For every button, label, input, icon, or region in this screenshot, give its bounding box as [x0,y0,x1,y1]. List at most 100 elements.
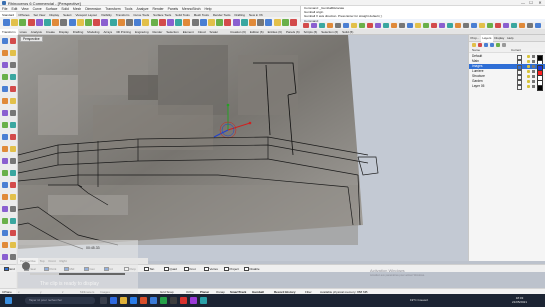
print-icon[interactable] [27,19,35,26]
tool-icon[interactable] [319,23,325,28]
material-icon[interactable] [224,19,232,26]
osnap-toggle[interactable]: Vertex [204,266,218,272]
tool-icon[interactable] [463,23,469,28]
copy-icon[interactable] [44,19,51,26]
tool-icon[interactable] [511,23,517,28]
osnap-toggle[interactable]: Project [224,266,239,272]
osnap-checkbox[interactable] [244,266,249,271]
tool-icon[interactable] [471,23,477,28]
hide-icon[interactable] [150,19,158,26]
tool-icon[interactable] [487,23,493,28]
osnap-toggle[interactable]: Quad [164,266,177,272]
layer-icon[interactable] [158,19,166,26]
rhino-taskbar-icon[interactable] [170,297,177,304]
tool-icon[interactable] [455,23,461,28]
word-icon[interactable] [150,297,157,304]
measure-icon[interactable] [240,19,248,26]
mesh-icon[interactable] [2,194,8,200]
current-column-header[interactable]: Current [511,48,521,53]
osnap-checkbox[interactable] [164,266,169,271]
tool-icon[interactable] [447,23,453,28]
camera-icon[interactable] [208,19,215,26]
osnap-checkbox[interactable] [224,266,229,271]
excel-icon[interactable] [160,297,167,304]
clock[interactable]: 18:03 21/05/2021 [512,296,527,304]
tools-icon[interactable] [502,43,506,47]
task-view-icon[interactable] [100,297,107,304]
lock-icon[interactable] [532,80,535,83]
surface-icon[interactable] [273,19,281,26]
light-icon[interactable] [216,19,224,26]
name-column-header[interactable]: Name [472,48,480,53]
dimension-icon[interactable] [10,230,16,236]
osnap-checkbox[interactable] [204,266,209,271]
new-file-icon[interactable] [3,19,10,26]
cylinder-icon[interactable] [10,170,16,176]
taskbar-search-input[interactable]: Taper ici pour rechercher [25,297,95,304]
tool-icon[interactable] [335,23,341,28]
lock-icon[interactable] [532,75,535,78]
tool-icon[interactable] [303,23,309,28]
osnap-checkbox[interactable] [4,266,9,271]
offset-icon[interactable] [2,98,8,104]
lock-icon[interactable] [532,85,535,88]
weather-status[interactable]: 19°C Couvert [410,298,428,303]
visibility-bulb-icon[interactable] [527,60,530,63]
grid-icon[interactable] [175,19,183,26]
panel-tab[interactable]: Help [506,35,515,42]
rotate-view-icon[interactable] [85,19,92,26]
osnap-toggle[interactable]: End [4,266,15,272]
visibility-bulb-icon[interactable] [527,70,530,73]
arc-icon[interactable] [10,62,16,68]
tool-icon[interactable] [327,23,333,28]
lock-icon[interactable] [532,60,535,63]
perspective-viewport[interactable]: Perspective [18,35,468,261]
tool-icon[interactable] [431,23,437,28]
curve-icon[interactable] [10,50,16,56]
osnap-toggle[interactable]: Knot [184,266,196,272]
extrude-icon[interactable] [2,158,8,164]
layer-color-swatch[interactable] [537,85,543,91]
edge-browser-icon[interactable] [110,297,117,304]
zoom-window-icon[interactable] [109,19,117,26]
circle-icon[interactable] [2,62,8,68]
move-up-icon[interactable] [484,43,488,47]
new-layer-icon[interactable] [472,43,476,47]
help-icon[interactable] [199,19,207,26]
sphere-icon[interactable] [2,170,8,176]
surface-icon[interactable] [2,134,8,140]
scale-icon[interactable] [2,218,8,224]
osnap-checkbox[interactable] [184,266,189,271]
tool-icon[interactable] [399,23,405,28]
tool-icon[interactable] [439,23,445,28]
tool-icon[interactable] [535,23,541,28]
lock-icon[interactable] [142,19,150,26]
app-teal-icon[interactable] [200,297,207,304]
properties-icon[interactable] [167,19,174,26]
sweep-icon[interactable] [2,146,8,152]
visibility-bulb-icon[interactable] [527,65,530,68]
panel-tab[interactable]: Layers [480,35,493,42]
tool-icon[interactable] [311,23,317,28]
visibility-bulb-icon[interactable] [527,85,530,88]
lock-icon[interactable] [532,65,535,68]
render-icon[interactable] [134,19,142,26]
file-explorer-icon[interactable] [120,297,127,304]
loft-icon[interactable] [10,134,16,140]
visibility-bulb-icon[interactable] [527,55,530,58]
solid-icon[interactable] [265,19,273,26]
split-icon[interactable] [10,110,16,116]
tool-icon[interactable] [415,23,421,28]
array-icon[interactable] [2,230,8,236]
polygon-icon[interactable] [2,86,8,92]
trim-icon[interactable] [2,110,8,116]
viewport-title-tab[interactable]: Perspective [20,36,43,42]
lock-icon[interactable] [532,70,535,73]
join-icon[interactable] [2,122,8,128]
tool-icon[interactable] [351,23,357,28]
save-icon[interactable] [19,19,27,26]
analyze-icon[interactable] [249,19,256,26]
options-icon[interactable] [191,19,199,26]
boolean-union-icon[interactable] [2,182,8,188]
lock-icon[interactable] [532,55,535,58]
